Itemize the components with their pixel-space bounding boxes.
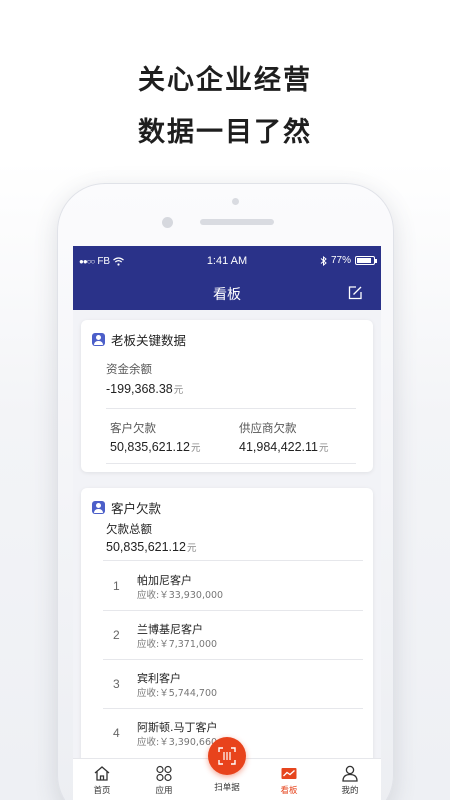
boss-card-header: 老板关键数据 [92,330,186,349]
receivable-value: 50,835,621.12元 [110,440,200,454]
edit-icon[interactable] [347,285,363,301]
tab-mine[interactable]: 我的 [325,765,375,796]
dashboard-icon [281,768,297,779]
list-item[interactable]: 3 宾利客户 应收:￥5,744,700 [103,661,363,709]
receivable-amount: 50,835,621.12 [110,440,190,454]
person-icon [92,501,105,514]
divider [103,708,363,709]
debt-card-title: 客户欠款 [111,501,162,516]
promo-headline-2: 数据一目了然 [138,117,312,148]
receivable-label: 客户欠款 [110,421,156,435]
battery-percent: 77% [330,255,351,266]
cash-balance-unit: 元 [173,385,184,396]
list-item[interactable]: 1 帕加尼客户 应收:￥33,930,000 [103,563,363,611]
total-debt-value: 50,835,621.12元 [106,540,196,554]
customer-name: 阿斯顿.马丁客户 [137,721,218,734]
payable-amount: 41,984,422.11 [239,440,319,454]
row-index: 1 [113,579,120,593]
divider [103,560,363,561]
receivable-amount: 应收:￥3,390,660 [137,737,218,748]
tab-apps-label: 应用 [155,786,173,796]
customer-name: 帕加尼客户 [137,574,192,587]
tab-apps[interactable]: 应用 [139,765,189,796]
total-debt-label: 欠款总额 [106,522,152,536]
tab-scan-label[interactable]: 扫单据 [202,781,252,793]
customer-name: 宾利客户 [137,672,181,685]
total-debt-amount: 50,835,621.12 [106,540,186,554]
phone-speaker [200,219,274,225]
divider [103,659,363,660]
scan-icon [218,747,236,765]
divider [106,408,356,409]
page-title: 看板 [213,287,241,303]
tab-board[interactable]: 看板 [264,765,314,796]
receivable-amount: 应收:￥33,930,000 [137,590,224,601]
apps-icon [156,765,172,782]
payable-value: 41,984,422.11元 [239,440,329,454]
payable-unit: 元 [319,443,329,454]
tab-mine-label: 我的 [341,786,359,796]
status-right: 77% [320,255,377,266]
status-bar: ●●○○ FB 1:41 AM 77% [73,246,381,278]
boss-card-title: 老板关键数据 [111,333,187,348]
scan-button[interactable] [208,737,246,775]
row-index: 3 [113,677,120,691]
cash-balance-amount: -199,368.38 [106,382,173,396]
tab-bar: 首页 应用 扫单据 看板 我的 [73,737,381,800]
tab-home[interactable]: 首页 [77,765,127,796]
divider [103,610,363,611]
bluetooth-icon [320,255,327,266]
row-index: 2 [113,628,120,642]
cash-balance-value: -199,368.38元 [106,382,183,396]
receivable-amount: 应收:￥7,371,000 [137,639,218,650]
cash-balance-label: 资金余额 [106,362,152,376]
phone-camera [162,217,173,228]
list-item[interactable]: 2 兰博基尼客户 应收:￥7,371,000 [103,612,363,660]
tab-home-label: 首页 [93,786,111,796]
user-icon [342,765,358,782]
row-index: 4 [113,726,120,740]
payable-label: 供应商欠款 [239,421,297,435]
debt-card-header: 客户欠款 [92,498,161,517]
app-screen: ●●○○ FB 1:41 AM 77% 看板 老板关键数据 资金余额 -199,… [73,246,381,800]
customer-name: 兰博基尼客户 [137,623,203,636]
total-debt-unit: 元 [186,543,197,554]
promo-headline-1: 关心企业经营 [138,65,312,96]
divider [106,463,356,464]
receivable-unit: 元 [190,443,201,454]
person-icon [92,333,105,346]
tab-board-label: 看板 [280,786,298,796]
nav-bar: 看板 [73,278,381,310]
battery-icon [355,256,377,265]
receivable-amount: 应收:￥5,744,700 [137,688,218,699]
boss-key-data-card[interactable]: 老板关键数据 资金余额 -199,368.38元 客户欠款 50,835,621… [81,320,373,472]
home-icon [94,766,110,781]
phone-sensor [232,198,239,205]
